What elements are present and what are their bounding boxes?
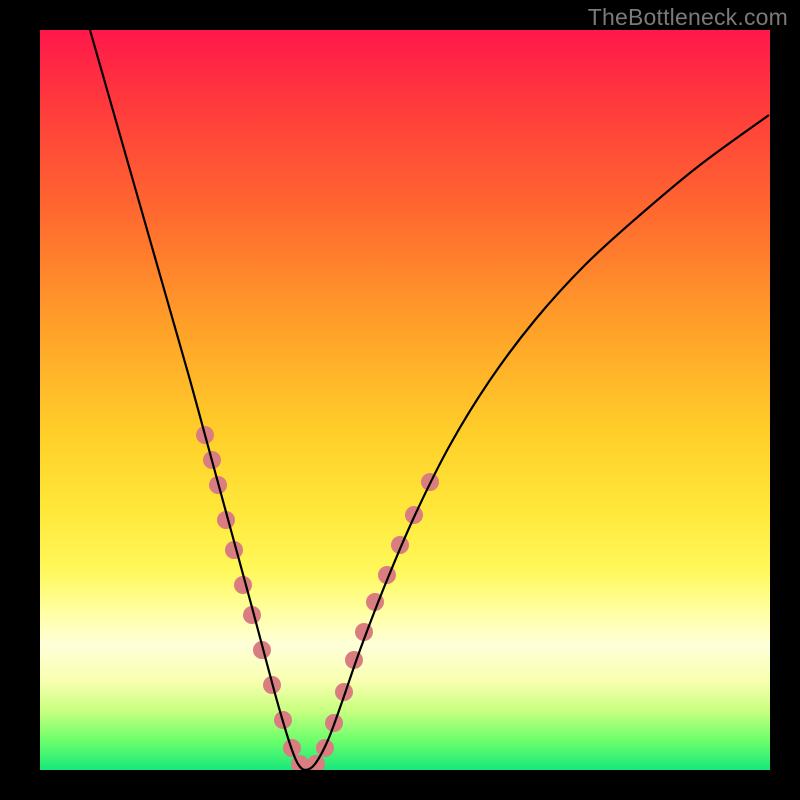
plot-area — [40, 30, 770, 770]
outer-frame: TheBottleneck.com — [0, 0, 800, 800]
watermark-text: TheBottleneck.com — [588, 4, 788, 31]
curve-svg — [40, 30, 770, 770]
highlight-dots — [196, 426, 439, 770]
bottleneck-curve — [90, 30, 769, 770]
highlight-dot — [234, 576, 252, 594]
